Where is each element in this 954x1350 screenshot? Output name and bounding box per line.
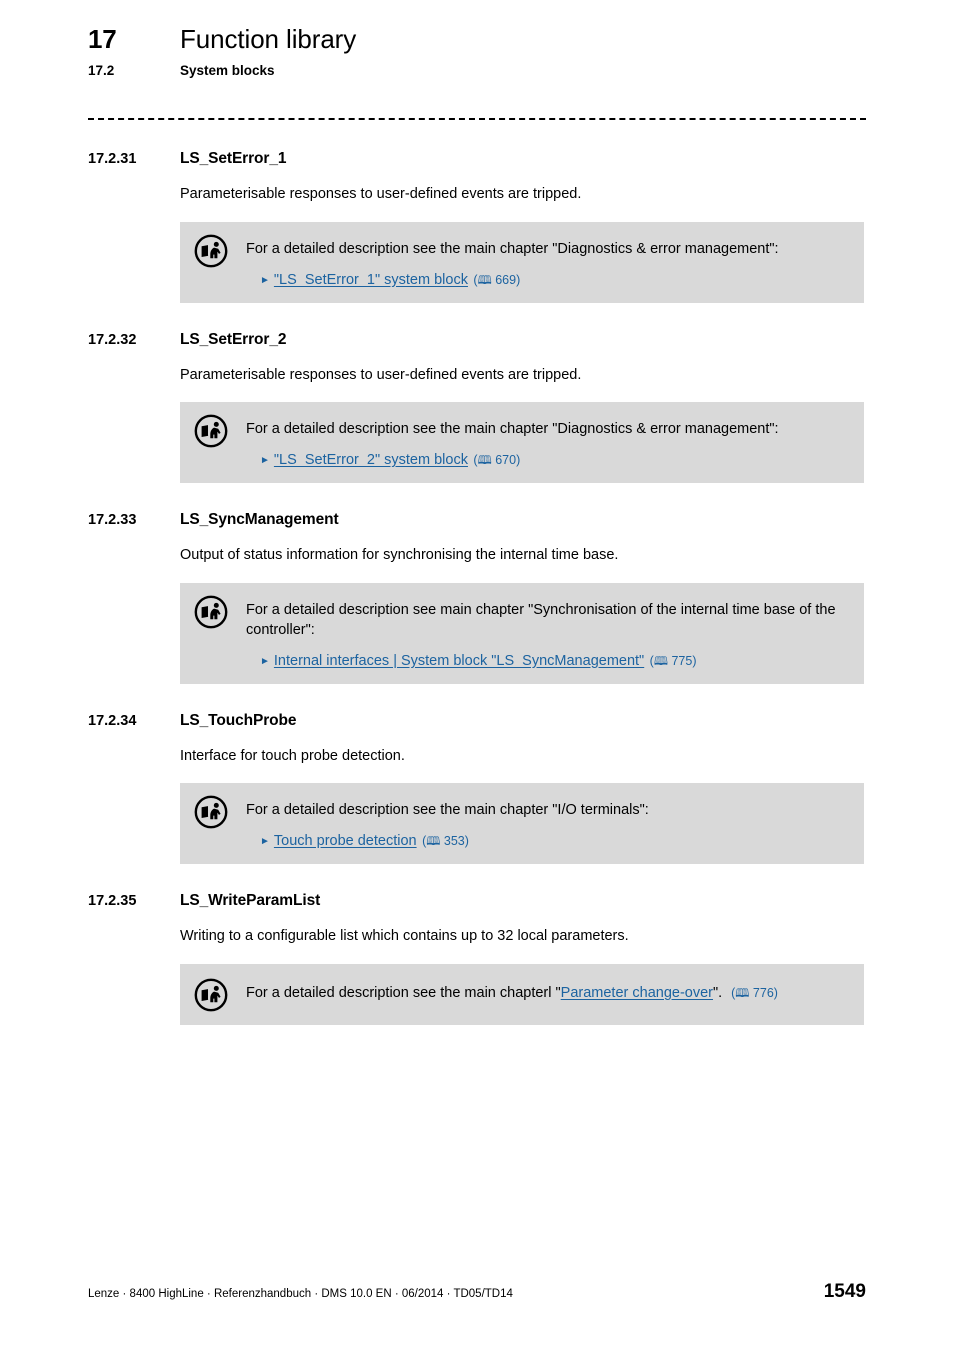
section-description: Output of status information for synchro…	[180, 547, 619, 564]
section-ls-seterror-2: 17.2.32 LS_SetError_2 Parameterisable re…	[88, 331, 866, 484]
info-box: For a detailed description see the main …	[180, 402, 864, 484]
section-ls-touchprobe: 17.2.34 LS_TouchProbe Interface for touc…	[88, 712, 866, 865]
header-divider	[88, 118, 866, 120]
section-heading: 17.2.31 LS_SetError_1	[88, 150, 866, 168]
cross-reference-link[interactable]: Parameter change-over	[561, 985, 713, 1001]
document-page: 17 Function library 17.2 System blocks 1…	[0, 0, 954, 1350]
page-reference: (🕮 353)	[418, 834, 469, 849]
section-heading: 17.2.34 LS_TouchProbe	[88, 712, 866, 730]
cross-reference-row[interactable]: ► Touch probe detection (🕮 353)	[260, 831, 848, 851]
triangle-right-icon: ►	[260, 274, 270, 286]
triangle-right-icon: ►	[260, 655, 270, 667]
subchapter-number: 17.2	[88, 63, 115, 78]
section-ls-writeparamlist: 17.2.35 LS_WriteParamList Writing to a c…	[88, 892, 866, 1025]
section-number: 17.2.32	[88, 331, 137, 348]
book-icon: 🕮	[653, 653, 668, 668]
section-title: LS_TouchProbe	[180, 711, 297, 729]
triangle-right-icon: ►	[260, 836, 270, 848]
read-manual-icon	[194, 978, 228, 1012]
info-box-text: For a detailed description see the main …	[246, 977, 848, 1003]
info-box: For a detailed description see the main …	[180, 221, 864, 303]
cross-reference-link[interactable]: Touch probe detection	[274, 833, 417, 849]
read-manual-icon	[194, 234, 228, 268]
section-title: LS_SyncManagement	[180, 511, 339, 529]
info-box: For a detailed description see main chap…	[180, 582, 864, 684]
cross-reference-link[interactable]: Internal interfaces | System block "LS_S…	[274, 653, 644, 669]
cross-reference-row[interactable]: ► "LS_SetError_1" system block (🕮 669)	[260, 270, 848, 290]
section-number: 17.2.34	[88, 712, 137, 729]
info-box-intro-inline: For a detailed description see the main …	[246, 983, 848, 1003]
section-number: 17.2.31	[88, 151, 137, 167]
chapter-title: Function library	[180, 24, 357, 54]
page-reference: (🕮 669)	[469, 272, 521, 287]
info-box-intro-after: ".	[712, 984, 723, 1001]
section-heading: 17.2.33 LS_SyncManagement	[88, 511, 866, 529]
page-reference-number: 670	[495, 453, 517, 468]
running-header: 17 Function library 17.2 System blocks	[88, 24, 866, 78]
cross-reference-row[interactable]: ► Internal interfaces | System block "LS_…	[260, 651, 848, 671]
info-box: For a detailed description see the main …	[180, 963, 864, 1025]
info-box-intro-before: For a detailed description see the main …	[246, 984, 561, 1001]
page-reference: (🕮 670)	[469, 453, 521, 468]
page-number: 1549	[823, 1281, 866, 1302]
cross-reference-link[interactable]: "LS_SetError_2" system block	[274, 452, 468, 468]
section-ls-syncmanagement: 17.2.33 LS_SyncManagement Output of stat…	[88, 511, 866, 684]
subchapter-title: System blocks	[180, 63, 275, 78]
cross-reference-row[interactable]: ► "LS_SetError_2" system block (🕮 670)	[260, 450, 848, 470]
book-icon: 🕮	[426, 834, 441, 849]
section-heading: 17.2.32 LS_SetError_2	[88, 331, 866, 349]
read-manual-icon	[194, 414, 228, 448]
section-number: 17.2.33	[88, 512, 137, 529]
info-box-text: For a detailed description see main chap…	[246, 594, 848, 671]
info-box-text: For a detailed description see the main …	[246, 413, 848, 470]
section-description: Writing to a configurable list which con…	[180, 928, 629, 945]
page-footer: Lenze · 8400 HighLine · Referenzhandbuch…	[88, 1281, 866, 1303]
book-icon: 🕮	[477, 453, 492, 468]
footer-imprint: Lenze · 8400 HighLine · Referenzhandbuch…	[88, 1288, 513, 1300]
book-icon: 🕮	[477, 272, 492, 287]
chapter-number: 17	[88, 24, 117, 54]
triangle-right-icon: ►	[260, 455, 270, 467]
page-reference-number: 775	[671, 653, 693, 668]
book-icon: 🕮	[735, 985, 750, 1000]
section-description: Parameterisable responses to user-define…	[180, 186, 582, 202]
main-content: 17.2.31 LS_SetError_1 Parameterisable re…	[88, 150, 866, 1025]
section-heading: 17.2.35 LS_WriteParamList	[88, 892, 866, 910]
page-reference-number: 353	[443, 834, 465, 849]
section-title: LS_SetError_1	[180, 150, 287, 167]
info-box: For a detailed description see the main …	[180, 783, 864, 865]
section-title: LS_SetError_2	[180, 330, 287, 348]
info-box-intro: For a detailed description see the main …	[246, 802, 649, 819]
info-box-text: For a detailed description see the main …	[246, 233, 848, 290]
read-manual-icon	[194, 595, 228, 629]
subchapter-header-row: 17.2 System blocks	[88, 63, 866, 78]
info-box-intro: For a detailed description see the main …	[246, 421, 779, 438]
info-box-intro: For a detailed description see the main …	[246, 240, 779, 257]
section-description: Interface for touch probe detection.	[180, 747, 405, 764]
section-description: Parameterisable responses to user-define…	[180, 366, 582, 383]
page-reference-number: 669	[495, 272, 517, 287]
page-reference: (🕮 776)	[724, 985, 778, 1000]
page-reference-number: 776	[752, 985, 774, 1000]
read-manual-icon	[194, 795, 228, 829]
section-number: 17.2.35	[88, 893, 137, 910]
section-title: LS_WriteParamList	[180, 892, 321, 910]
section-ls-seterror-1: 17.2.31 LS_SetError_1 Parameterisable re…	[88, 150, 866, 303]
cross-reference-link[interactable]: "LS_SetError_1" system block	[274, 272, 468, 288]
info-box-text: For a detailed description see the main …	[246, 794, 848, 851]
info-box-intro: For a detailed description see main chap…	[246, 601, 836, 638]
page-reference: (🕮 775)	[646, 653, 697, 668]
chapter-header-row: 17 Function library	[88, 24, 866, 55]
